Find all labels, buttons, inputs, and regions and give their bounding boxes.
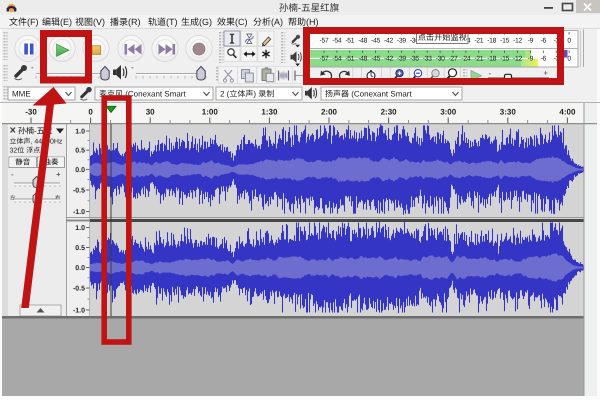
svg-text:+: + — [56, 170, 61, 179]
svg-text:-15: -15 — [500, 38, 509, 45]
svg-text:-57: -57 — [320, 56, 329, 63]
svg-text:-24: -24 — [461, 56, 470, 63]
svg-text:MME: MME — [12, 90, 31, 99]
svg-text:-30: -30 — [436, 56, 445, 63]
svg-text:-1.0: -1.0 — [73, 308, 85, 315]
svg-text:帮助(H): 帮助(H) — [288, 17, 319, 27]
svg-text:-6: -6 — [541, 56, 547, 63]
svg-text:+: + — [544, 69, 549, 78]
svg-text:-9: -9 — [528, 38, 534, 45]
svg-text:1.0: 1.0 — [75, 225, 85, 232]
svg-text:0.0: 0.0 — [75, 265, 85, 272]
svg-text:3:00: 3:00 — [440, 108, 457, 117]
svg-text:-27: -27 — [449, 56, 458, 63]
svg-text:-21: -21 — [474, 38, 483, 45]
svg-text:0.0: 0.0 — [75, 167, 85, 174]
svg-text:0.5: 0.5 — [75, 148, 85, 155]
svg-text:1:30: 1:30 — [261, 108, 278, 117]
svg-text:生成(G): 生成(G) — [181, 17, 212, 27]
svg-text:立体声, 44100Hz: 立体声, 44100Hz — [10, 138, 63, 146]
svg-text:4:00: 4:00 — [559, 108, 576, 117]
svg-text:-: - — [11, 170, 14, 179]
svg-text:分析(A): 分析(A) — [253, 17, 283, 27]
svg-text:-33: -33 — [423, 56, 432, 63]
svg-text:0: 0 — [567, 56, 571, 63]
svg-text:-: - — [31, 63, 34, 72]
svg-text:-0.5: -0.5 — [73, 286, 85, 293]
svg-text:-: - — [131, 63, 134, 72]
svg-text:-54: -54 — [332, 38, 341, 45]
svg-text:-6: -6 — [541, 38, 547, 45]
svg-text:-: - — [489, 69, 492, 78]
svg-text:-57: -57 — [320, 38, 329, 45]
svg-text:-12: -12 — [513, 56, 522, 63]
svg-text:-51: -51 — [345, 56, 354, 63]
svg-text:3:30: 3:30 — [500, 108, 517, 117]
svg-text:静音: 静音 — [15, 158, 30, 167]
svg-text:-45: -45 — [371, 38, 380, 45]
svg-text:-39: -39 — [397, 56, 406, 63]
svg-text:0: 0 — [567, 38, 571, 45]
svg-text:-0.5: -0.5 — [73, 188, 85, 195]
svg-text:-18: -18 — [487, 56, 496, 63]
svg-text:播录(R): 播录(R) — [110, 17, 141, 27]
svg-text:-18: -18 — [487, 38, 496, 45]
svg-text:-45: -45 — [371, 56, 380, 63]
svg-text:-30: -30 — [25, 108, 37, 117]
svg-text:1.0: 1.0 — [75, 129, 85, 136]
svg-text:编辑(E): 编辑(E) — [42, 17, 72, 27]
svg-text:文件(F): 文件(F) — [9, 17, 39, 27]
svg-text:-12: -12 — [513, 38, 522, 45]
svg-text:-36: -36 — [410, 56, 419, 63]
svg-text:孙楠-五星红旗: 孙楠-五星红旗 — [279, 2, 340, 14]
svg-text:-48: -48 — [358, 56, 367, 63]
svg-text:视图(V): 视图(V) — [75, 17, 105, 27]
svg-text:-39: -39 — [397, 38, 406, 45]
svg-text:0.5: 0.5 — [75, 245, 85, 252]
svg-text:-42: -42 — [384, 38, 393, 45]
svg-text:0: 0 — [88, 108, 93, 117]
svg-text:效果(C): 效果(C) — [217, 17, 248, 27]
svg-text:-51: -51 — [345, 38, 354, 45]
svg-text:-15: -15 — [500, 56, 509, 63]
svg-text:1:00: 1:00 — [202, 108, 219, 117]
svg-text:-9: -9 — [528, 56, 534, 63]
svg-text:30: 30 — [146, 108, 155, 117]
svg-text:-1.0: -1.0 — [73, 209, 85, 216]
svg-text:-48: -48 — [358, 38, 367, 45]
svg-text:点击开始监视: 点击开始监视 — [418, 33, 467, 42]
svg-text:2:30: 2:30 — [381, 108, 398, 117]
svg-text:-42: -42 — [384, 56, 393, 63]
svg-text:32位 浮点: 32位 浮点 — [10, 147, 41, 155]
svg-text:轨道(T): 轨道(T) — [148, 17, 178, 27]
svg-text:2 (立体声) 录制: 2 (立体声) 录制 — [220, 90, 274, 99]
svg-text:2:00: 2:00 — [321, 108, 338, 117]
svg-text:扬声器 (Conexant Smart: 扬声器 (Conexant Smart — [325, 90, 412, 99]
svg-text:-21: -21 — [474, 56, 483, 63]
svg-text:-54: -54 — [332, 56, 341, 63]
